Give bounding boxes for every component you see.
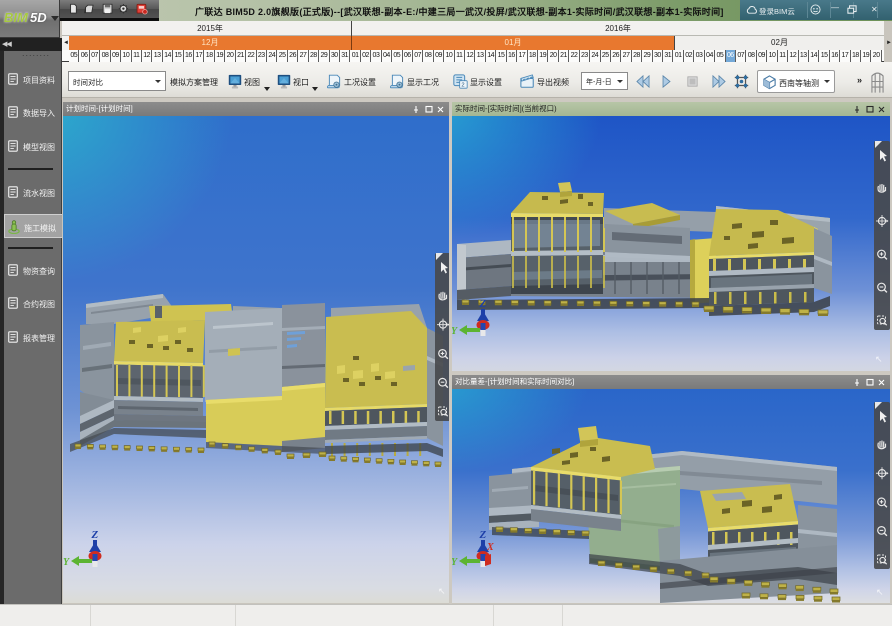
- svg-text:Y: Y: [63, 557, 70, 568]
- svg-text:X: X: [486, 542, 494, 553]
- svg-text:Y: Y: [452, 326, 458, 337]
- svg-text:Z: Z: [479, 298, 487, 310]
- svg-text:2: 2: [461, 83, 464, 89]
- svg-text:Y: Y: [452, 557, 458, 568]
- svg-text:Z: Z: [91, 529, 99, 541]
- svg-text:Z: Z: [479, 529, 487, 541]
